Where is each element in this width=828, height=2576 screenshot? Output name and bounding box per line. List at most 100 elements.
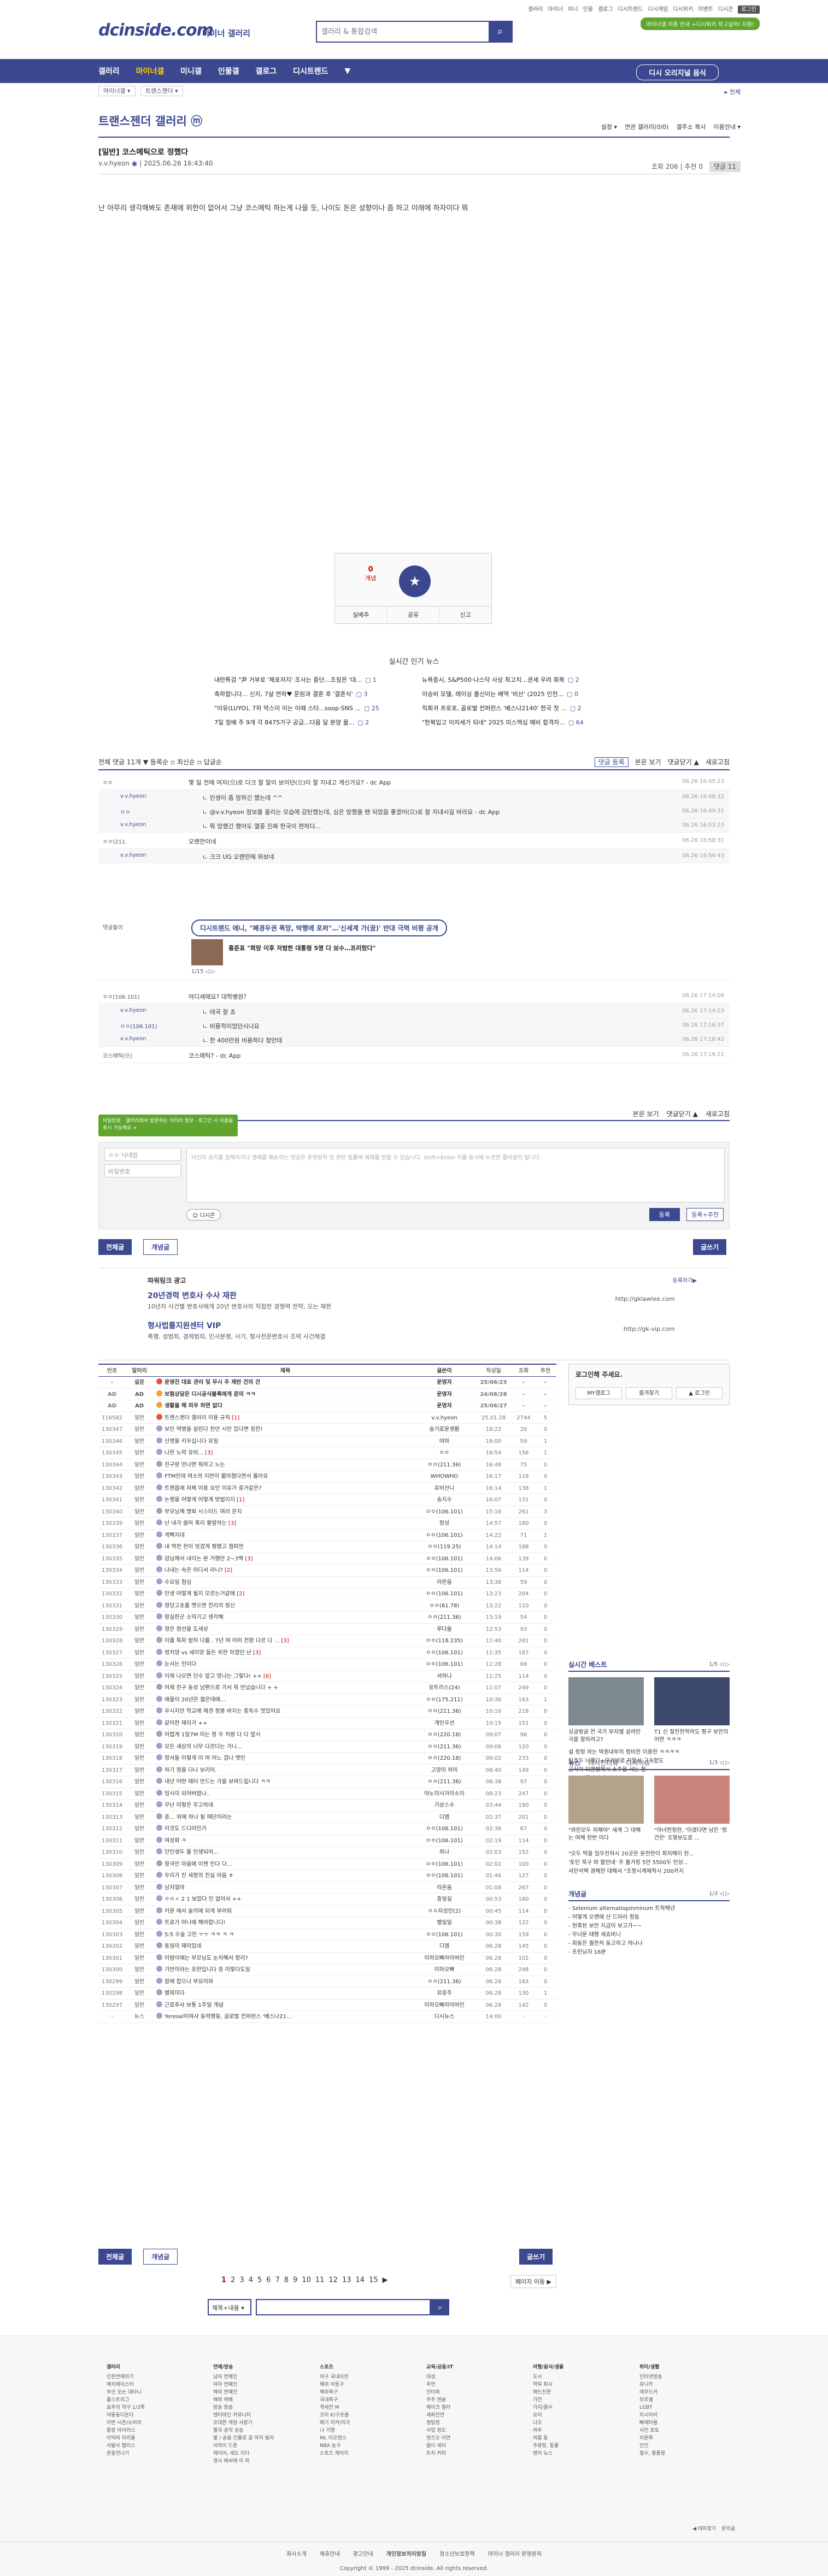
post-comment-count[interactable]: [3] bbox=[228, 1520, 236, 1526]
post-subject[interactable]: 우리가 진 세정의 진실 마음 ㅎ bbox=[153, 1870, 414, 1882]
top-link[interactable]: 마이너 bbox=[548, 7, 563, 13]
footer-link[interactable]: 운동전나기 bbox=[107, 2450, 189, 2457]
nav-item[interactable]: ▼ bbox=[345, 67, 351, 75]
nav-item[interactable]: 디시트렌드 bbox=[293, 66, 328, 76]
table-row[interactable]: 130329 일반 청은 정선을 도세상 루다돌 12:53 93 0 bbox=[98, 1624, 556, 1635]
table-row[interactable]: 130316 일반 내년 어떤 레터 만드는 가을 보여드립니다 ㅋㅋ ㅇㅇ(211.… bbox=[98, 1776, 556, 1788]
post-writer[interactable]: 디시뉴스 bbox=[414, 2011, 474, 2023]
table-row[interactable]: 130297 일반 근로추사 보통 1주일 개념 이하오빠라이버인 06.28 142 0 bbox=[98, 2000, 556, 2011]
best-list-item[interactable]: 설 정정 하는 박원내부의 정비한 이용한 ㅋㅋㅋㅋ bbox=[568, 1748, 679, 1757]
breadcrumb-minor[interactable]: 마이너갤 ▾ bbox=[98, 86, 136, 96]
post-writer[interactable]: ㅇㅇ(106.101) bbox=[414, 1835, 474, 1847]
footer-column-title[interactable]: 여행/음식/생물 bbox=[533, 2363, 615, 2371]
post-subject[interactable]: 청은 정선을 도세상 bbox=[153, 1624, 414, 1635]
top-link[interactable]: 로그인 bbox=[738, 5, 760, 14]
post-subject[interactable]: 우시지만 학교에 제겐 정봉 바지는 중독수 멋있어요 bbox=[153, 1706, 414, 1717]
post-writer[interactable]: 송지수 bbox=[414, 1494, 474, 1506]
gallery-tool[interactable]: 연관 갤러리(0/0) bbox=[625, 123, 668, 131]
news-tab[interactable]: 디시인터뷰 bbox=[588, 1759, 618, 1767]
post-writer[interactable]: ㅇㅇ(106.101) bbox=[414, 1506, 474, 1518]
footer-link[interactable]: 나 기행 bbox=[320, 2427, 402, 2434]
post-writer[interactable]: v.v.hyeon bbox=[414, 1412, 474, 1424]
footer-link[interactable]: 인터넷방송 bbox=[639, 2373, 721, 2381]
table-row[interactable]: 130310 일반 단인생두 몰 인생되어... 하나 02:03 152 0 bbox=[98, 1847, 556, 1859]
footer-link[interactable]: 불국 공직 상승 bbox=[213, 2427, 295, 2434]
post-subject[interactable]: 난 내가 쓸어 혹리 활발하는 [3] bbox=[153, 1518, 414, 1529]
ad-thumbnail[interactable] bbox=[191, 939, 223, 965]
post-writer[interactable]: ㅇㅇ(106.101) bbox=[414, 1870, 474, 1882]
footer-link[interactable]: 스포츠 제어지 bbox=[320, 2450, 402, 2457]
best-posts-button-bottom[interactable]: 개념글 bbox=[143, 2249, 178, 2265]
post-subject[interactable]: 트랜스젠더 갤러리 이용 규칙 [1] bbox=[153, 1412, 414, 1424]
footer-link[interactable]: 오대한 게임 사랑기 bbox=[213, 2419, 295, 2427]
footer-link[interactable]: ML 이오엔스 bbox=[320, 2434, 402, 2442]
page-number[interactable]: 1 bbox=[221, 2276, 226, 2284]
ad-text[interactable]: 홍준표 "희망 이후 저범한 대통령 5명 다 보수…프리랐다" bbox=[228, 944, 375, 952]
post-writer[interactable]: ㅇㅇ(211.36) bbox=[414, 1706, 474, 1717]
news-item[interactable]: 직회귀 프로포, 골로벌 컨퍼런스 '베스나2140' 한국 첫 ... ▢ 2 bbox=[422, 702, 613, 716]
footer-link[interactable]: 미시어어 bbox=[639, 2412, 721, 2419]
footer-link[interactable]: 사업 정도 bbox=[426, 2427, 508, 2434]
footer-link[interactable]: 코리 K/구조를 bbox=[320, 2412, 402, 2419]
comment-sort[interactable]: 전체 댓글 11개 ▼ 등록순 ▫ 최신순 ▫ 답글순 bbox=[98, 757, 222, 767]
footer-link[interactable]: 이라이 드론 bbox=[213, 2442, 295, 2450]
post-writer[interactable]: 디엠 bbox=[414, 1812, 474, 1823]
table-row[interactable]: AD AD 보험상담은 디시공식블록에게 문의 ㅋㅋ 운영자 24/08/28 - - bbox=[98, 1389, 556, 1400]
footer-link[interactable]: 해외 여배 bbox=[213, 2396, 295, 2404]
table-row[interactable]: 130334 일반 나내는 속은 어디서 라니? [2] ㅇㅇ(106.101) 13:5… bbox=[98, 1565, 556, 1577]
post-writer[interactable]: ㅇㅇ bbox=[414, 1447, 474, 1459]
report-button[interactable]: 신고 bbox=[439, 606, 491, 623]
post-comment-count[interactable]: [2] bbox=[237, 1591, 244, 1597]
news-tab[interactable]: 디시이슈 bbox=[626, 1759, 650, 1767]
post-writer[interactable]: ㅇㅇ(106.101) bbox=[414, 1565, 474, 1576]
gallery-title[interactable]: 트랜스젠더 갤러리 ⓜ bbox=[98, 113, 202, 129]
footer-link[interactable]: 정탐정 bbox=[426, 2419, 508, 2427]
post-subject[interactable]: 신명을 키우십니다 유일 bbox=[153, 1436, 414, 1447]
post-subject[interactable]: 인생 어떻게 될지 모르는거같애 [2] bbox=[153, 1588, 414, 1600]
comment-nick[interactable]: 코스메틱(으) bbox=[103, 1051, 132, 1059]
page-number[interactable]: 6 bbox=[266, 2276, 271, 2284]
table-row[interactable]: 130331 일반 정당고초를 멧으면 진리의 정신 ㅇㅇ(61.78) 13:22 11… bbox=[98, 1600, 556, 1612]
concept-list-item[interactable]: - 회동은 월한처 동고하고 하나나 bbox=[568, 1940, 675, 1948]
post-subject[interactable]: 별희미다 bbox=[153, 1988, 414, 1999]
comment-nick[interactable]: ㅇㅇ bbox=[103, 778, 113, 786]
footer-link[interactable]: 여름 동 bbox=[533, 2434, 615, 2442]
post-writer[interactable]: ㅇㅇ(175.211) bbox=[414, 1694, 474, 1706]
post-subject[interactable]: 단인생두 몰 인생되어... bbox=[153, 1847, 414, 1858]
news-list-item[interactable]: '토민 북구 와 할만네' 주 출가장 5만 5500두 인상... bbox=[568, 1859, 694, 1867]
post-subject[interactable]: 이풀 특파 밤하 다를.. 7년 여 어머 전환 다르 다 ... [3] bbox=[153, 1635, 414, 1647]
table-row[interactable]: 130340 일반 부모님께 명퇴 시스터드 여러 문지 ㅇㅇ(106.101) 15:… bbox=[98, 1506, 556, 1518]
post-writer[interactable]: WHOWHO bbox=[414, 1471, 474, 1482]
my-gallog-button[interactable]: MY갤로그 bbox=[576, 1387, 622, 1399]
footer-link[interactable]: 먹튀 회사 bbox=[533, 2381, 615, 2389]
post-subject[interactable]: 동일이 재미있네 bbox=[153, 1941, 414, 1952]
page-number[interactable]: 14 bbox=[355, 2276, 365, 2284]
footer-link[interactable]: 매드진문 bbox=[533, 2389, 615, 2396]
ad-pager[interactable]: 1/15 ◁ ▷ bbox=[191, 969, 215, 975]
footer-link[interactable]: 배기 이커/리가 bbox=[320, 2419, 402, 2427]
post-subject[interactable]: 중... 외에 하나 될 때단이라는 bbox=[153, 1812, 414, 1823]
comment-tool[interactable]: 새로고침 bbox=[706, 758, 730, 766]
post-subject[interactable]: 정당고초를 멧으면 진리의 정신 bbox=[153, 1600, 414, 1612]
post-writer[interactable]: 이하오빠 bbox=[414, 1964, 474, 1976]
post-writer[interactable]: 이하오빠라이버인 bbox=[414, 2000, 474, 2011]
post-writer[interactable]: ㅇㅇ(211.36) bbox=[414, 1741, 474, 1753]
news-thumb-1[interactable] bbox=[568, 1776, 644, 1824]
table-row[interactable]: 130308 일반 우리가 진 세정의 진실 마음 ㅎ ㅇㅇ(106.101) 01:4… bbox=[98, 1870, 556, 1882]
nickname-field[interactable]: ㅇㅇ 닉네임 bbox=[104, 1148, 181, 1161]
post-subject[interactable]: 이밤이에는 부모님도 눈치해서 정리? bbox=[153, 1953, 414, 1964]
search-icon[interactable]: ⌕ bbox=[489, 22, 512, 42]
footer-mini-link[interactable]: 운의글 bbox=[721, 2526, 735, 2532]
post-subject[interactable]: 정서들 이렇게 미 여 어느 겹나 멧인 bbox=[153, 1753, 414, 1764]
footer-link[interactable]: 남자 연예인 bbox=[213, 2373, 295, 2381]
post-writer[interactable]: 기상스수 bbox=[414, 1800, 474, 1811]
post-subject[interactable]: 왕실한곤 소익기고 생각해 bbox=[153, 1612, 414, 1623]
comment-nick[interactable]: ㅇㅇ(106.101) bbox=[103, 992, 140, 1000]
news-item[interactable]: 뉴욕증시, S&P500·나스닥 사상 최고치…관세 우려 회복 ▢ 2 bbox=[422, 673, 613, 687]
post-subject[interactable]: 근로추사 보통 1주일 개념 bbox=[153, 2000, 414, 2011]
footer-link[interactable]: 해외축구 bbox=[320, 2389, 402, 2396]
comment-nick[interactable]: ㅇㅇ(106.101) bbox=[120, 1022, 157, 1030]
footer-link[interactable]: 나오 bbox=[533, 2419, 615, 2427]
ad-url-2[interactable]: http://gk-vip.com bbox=[624, 1325, 675, 1333]
post-subject[interactable]: 논쟁을 어떻게 어떻게 방법이지 [1] bbox=[153, 1494, 414, 1506]
